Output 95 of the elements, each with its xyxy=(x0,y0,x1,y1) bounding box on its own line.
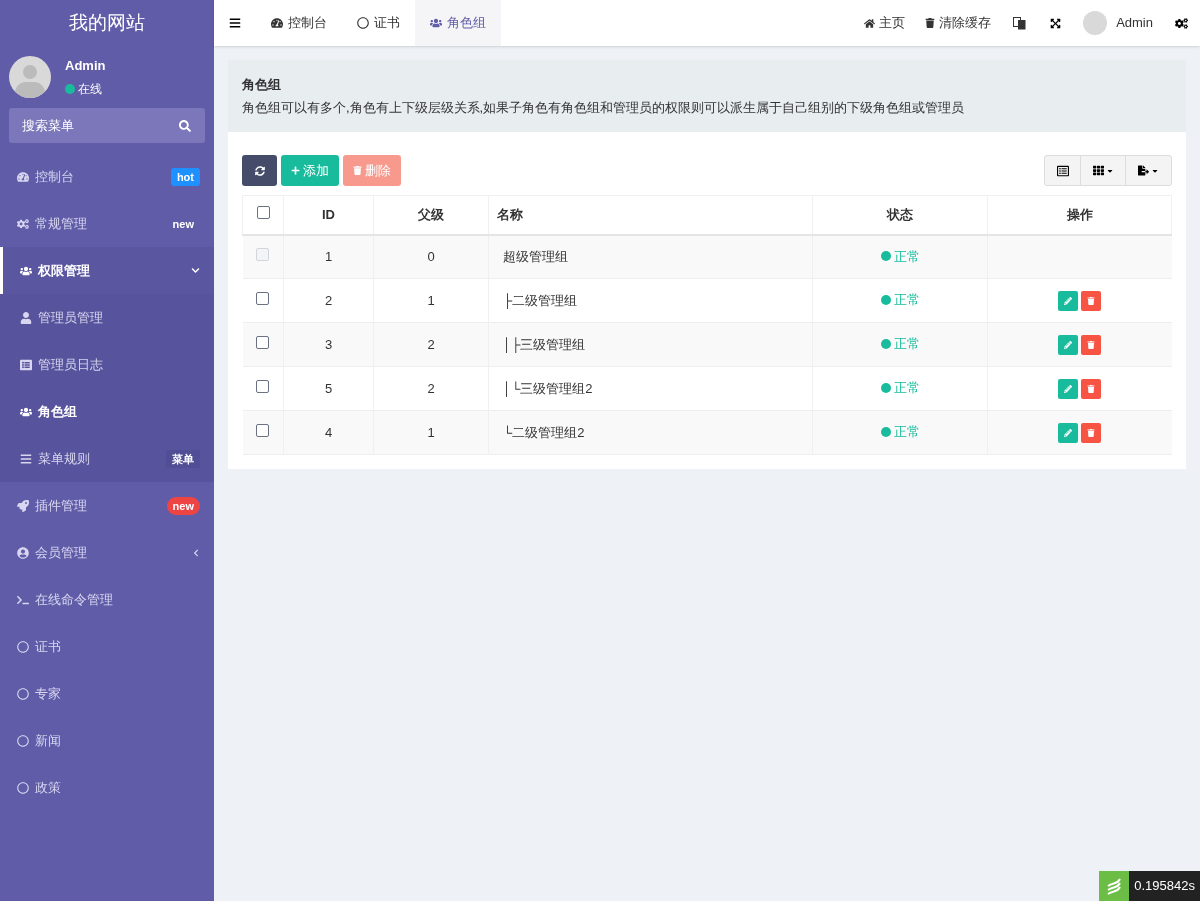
header-link[interactable]: 清除缓存 xyxy=(915,0,1002,46)
pencil-icon xyxy=(1064,384,1073,393)
sidebar-item[interactable]: 在线命令管理 xyxy=(0,576,214,623)
delete-row-button[interactable] xyxy=(1081,290,1102,311)
column-header: 操作 xyxy=(987,195,1172,235)
table-cell: │└三级管理组2 xyxy=(488,366,813,411)
list-icon xyxy=(20,358,32,371)
table-cell: 2 xyxy=(283,278,374,323)
pencil-icon xyxy=(1064,340,1073,349)
menu-icon xyxy=(20,452,32,465)
home-icon xyxy=(864,17,876,29)
users-icon xyxy=(20,264,32,277)
table-cell: 4 xyxy=(283,410,374,455)
table-cell: 3 xyxy=(283,322,374,367)
delete-row-button[interactable] xyxy=(1081,334,1102,355)
chevron-down-icon xyxy=(191,266,200,275)
status-label: 正常 xyxy=(893,423,920,442)
row-checkbox[interactable] xyxy=(256,423,270,437)
table-cell: 1 xyxy=(283,234,374,279)
row-checkbox[interactable] xyxy=(256,335,270,349)
sidebar-item[interactable]: 会员管理 xyxy=(0,529,214,576)
panel-description: 角色组可以有多个,角色有上下级层级关系,如果子角色有角色组和管理员的权限则可以派生属于自己组别的下级角色组或管理员 xyxy=(242,98,966,117)
column-header: ID xyxy=(283,195,374,235)
rocket-icon xyxy=(17,499,29,512)
status-label: 正常 xyxy=(893,291,920,310)
terminal-icon xyxy=(17,593,29,606)
plus-icon xyxy=(291,166,300,175)
sidebar-item[interactable]: 常规管理 new xyxy=(0,200,214,247)
table-cell: 超级管理组 xyxy=(488,234,813,279)
table-cell: 1 xyxy=(373,410,489,455)
search-icon xyxy=(179,120,191,132)
trace-logo-icon[interactable] xyxy=(1099,871,1130,901)
gears-icon xyxy=(17,217,29,230)
trash-icon xyxy=(1087,384,1096,393)
menu-label: new xyxy=(171,216,195,232)
header-link[interactable]: 主页 xyxy=(854,0,916,46)
trash-icon xyxy=(1087,340,1096,349)
user-menu[interactable]: Admin xyxy=(1073,0,1163,46)
sidebar-subitem[interactable]: 管理员日志 xyxy=(0,341,214,388)
users-icon xyxy=(430,17,442,29)
trash-icon xyxy=(1087,296,1096,305)
row-checkbox[interactable] xyxy=(256,291,270,305)
sidebar-subitem[interactable]: 菜单规则 菜单 xyxy=(0,435,214,482)
user-name: Admin xyxy=(65,57,106,76)
column-header: 父级 xyxy=(373,195,489,235)
column-header: 状态 xyxy=(812,195,988,235)
table-cell: 2 xyxy=(373,366,489,411)
dashboard-icon xyxy=(17,170,29,183)
user-status: 在线 xyxy=(78,80,102,98)
sidebar-item[interactable]: 政策 xyxy=(0,764,214,811)
users-icon xyxy=(20,405,32,418)
trace-time[interactable]: 0.195842s xyxy=(1129,871,1200,901)
table-cell: 5 xyxy=(283,366,374,411)
status-label: 正常 xyxy=(893,247,920,266)
row-checkbox[interactable] xyxy=(256,379,270,393)
nav-tab[interactable]: 控制台 xyxy=(256,0,342,46)
sidebar-item[interactable]: 证书 xyxy=(0,623,214,670)
menu-label: 菜单 xyxy=(166,449,200,468)
delete-row-button[interactable] xyxy=(1081,422,1102,443)
search-field[interactable]: 搜索菜单 xyxy=(9,108,205,143)
chevron-left-icon xyxy=(192,548,200,557)
table-cell: 0 xyxy=(373,234,489,279)
trash-icon xyxy=(1087,428,1096,437)
dashboard-icon xyxy=(271,17,283,29)
column-header: 名称 xyxy=(488,195,813,235)
table-cell: 2 xyxy=(373,322,489,367)
table-cell: 1 xyxy=(373,278,489,323)
table-cell: │├三级管理组 xyxy=(488,322,813,367)
delete-row-button[interactable] xyxy=(1081,378,1102,399)
sidebar-item[interactable]: 控制台 hot xyxy=(0,153,214,200)
refresh-button[interactable] xyxy=(242,155,277,186)
nav-tab[interactable]: 角色组 xyxy=(415,0,501,46)
site-title[interactable]: 我的网站 xyxy=(69,8,145,38)
trash-icon xyxy=(353,166,362,175)
refresh-icon xyxy=(254,165,265,176)
panel-title: 角色组 xyxy=(242,76,282,94)
status-label: 正常 xyxy=(893,335,920,354)
sidebar-item[interactable]: 新闻 xyxy=(0,717,214,764)
sidebar-item[interactable]: 专家 xyxy=(0,670,214,717)
user-icon xyxy=(20,311,32,324)
pencil-icon xyxy=(1064,428,1073,437)
row-checkbox[interactable] xyxy=(256,206,270,219)
sidebar-subitem[interactable]: 管理员管理 xyxy=(0,294,214,341)
avatar-icon xyxy=(9,56,51,98)
trash-icon xyxy=(925,18,936,28)
menu-label: hot xyxy=(170,167,200,186)
table-cell: ├二级管理组 xyxy=(488,278,813,323)
sidebar-item[interactable]: 插件管理 new xyxy=(0,482,214,529)
pencil-icon xyxy=(1064,296,1073,305)
nav-tab[interactable]: 证书 xyxy=(342,0,415,46)
table-cell: └二级管理组2 xyxy=(488,410,813,455)
sidebar-item[interactable]: 权限管理 xyxy=(0,247,214,294)
sidebar-subitem[interactable]: 角色组 xyxy=(0,388,214,435)
status-label: 正常 xyxy=(893,379,920,398)
menu-label: new xyxy=(166,496,200,515)
